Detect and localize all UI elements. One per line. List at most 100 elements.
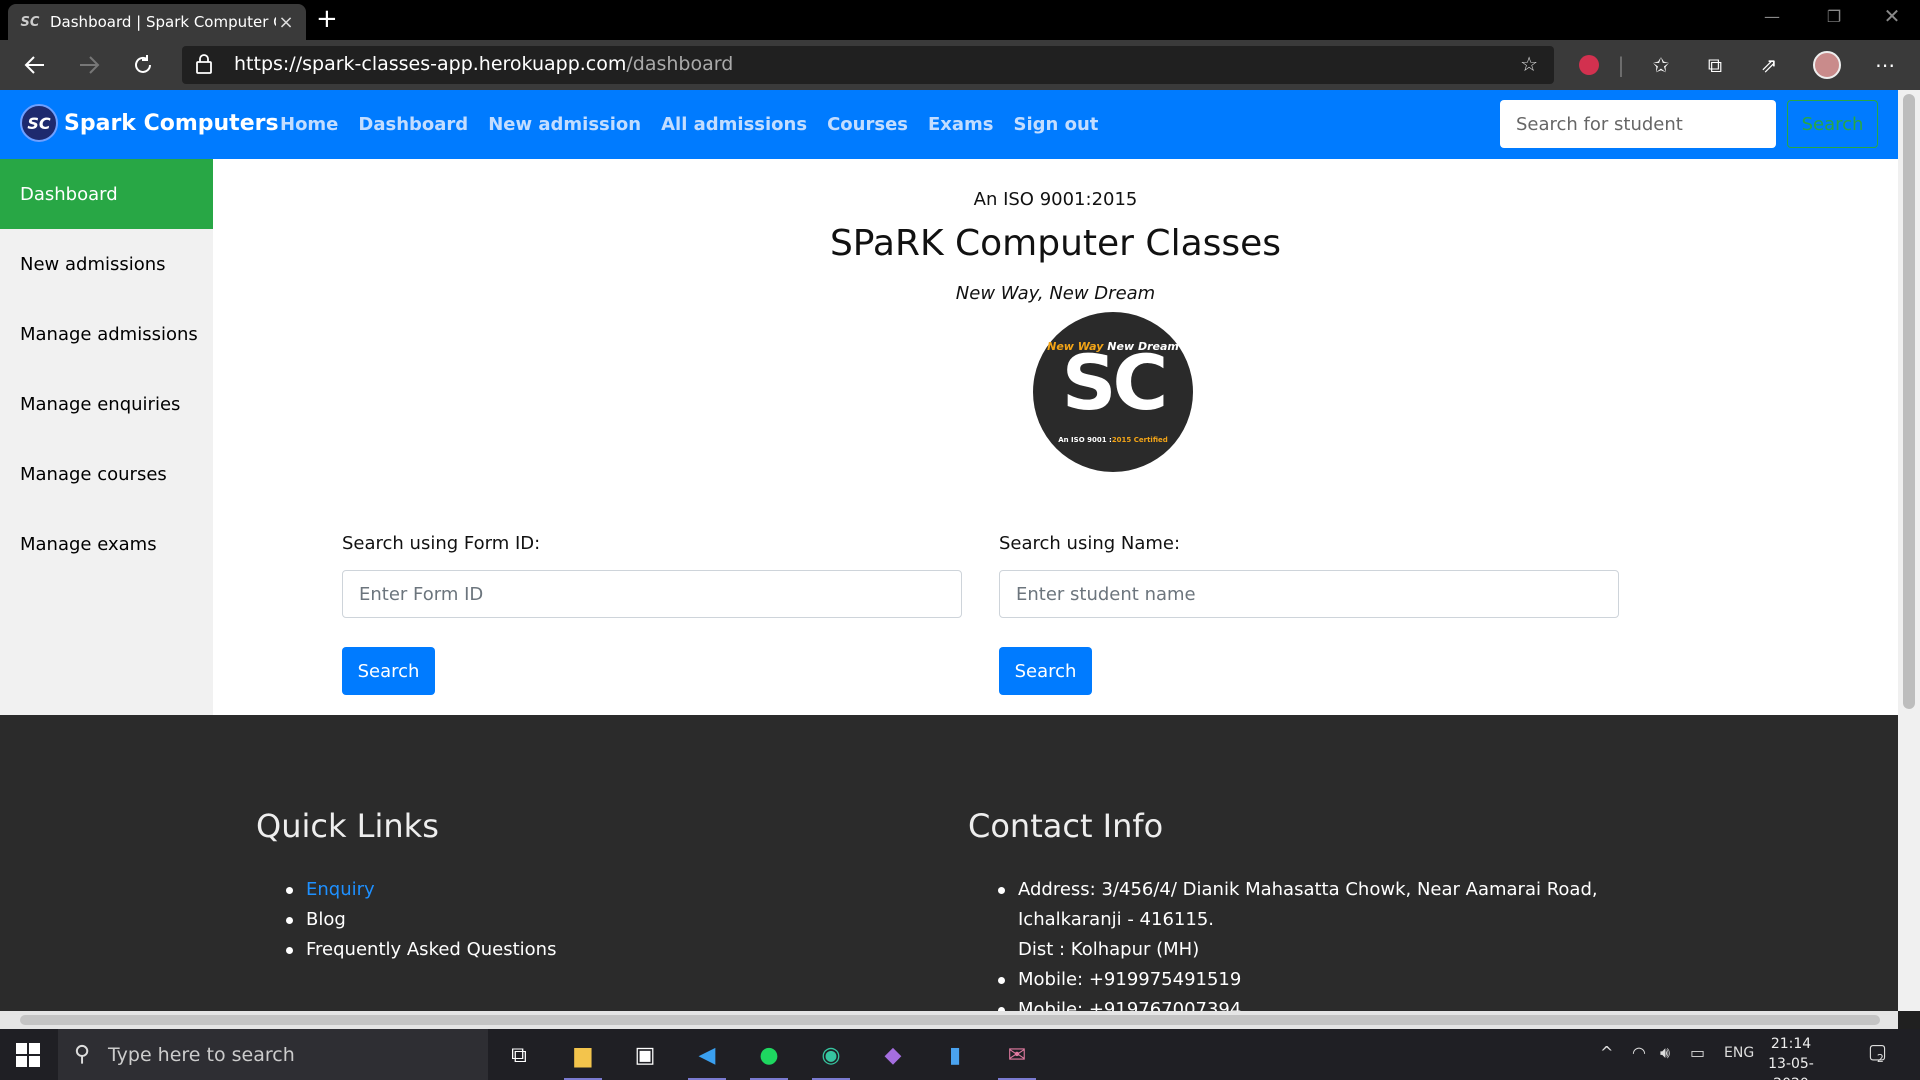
address-bar[interactable]: https://spark-classes-app.herokuapp.com/… xyxy=(182,46,1554,84)
windows-start-icon[interactable] xyxy=(14,1041,42,1069)
sidebar-item-manage-admissions[interactable]: Manage admissions xyxy=(0,299,213,369)
language-indicator[interactable]: ENG xyxy=(1724,1045,1754,1061)
vscode-icon[interactable]: ◀ xyxy=(684,1035,730,1080)
nav-all-admissions[interactable]: All admissions xyxy=(661,114,807,135)
window: SC Dashboard | Spark Computer Cla × + — … xyxy=(0,0,1920,1080)
network-icon[interactable]: ◠ xyxy=(1632,1043,1646,1062)
tray-chevron-icon[interactable]: ^ xyxy=(1600,1043,1613,1062)
nav-courses[interactable]: Courses xyxy=(827,114,908,135)
contact-mobile-2: Mobile: +919767007394 xyxy=(998,995,1598,1011)
extension-icon[interactable] xyxy=(1574,50,1604,80)
back-arrow-icon xyxy=(24,56,44,74)
tab-title: Dashboard | Spark Computer Cla xyxy=(50,13,276,31)
favorite-star-icon[interactable]: ☆ xyxy=(1520,52,1538,76)
taskbar-search[interactable]: ⚲ Type here to search xyxy=(58,1029,488,1080)
refresh-icon xyxy=(135,55,151,73)
favorites-icon[interactable]: ✩ xyxy=(1646,50,1676,80)
nav-dashboard[interactable]: Dashboard xyxy=(358,114,468,135)
sidebar: Dashboard New admissions Manage admissio… xyxy=(0,159,213,715)
back-button[interactable] xyxy=(18,50,52,80)
nav-home[interactable]: Home xyxy=(280,114,338,135)
sidebar-item-dashboard[interactable]: Dashboard xyxy=(0,159,213,229)
forward-button[interactable] xyxy=(72,50,106,80)
nav-exams[interactable]: Exams xyxy=(928,114,994,135)
store-icon[interactable]: ▣ xyxy=(622,1035,668,1075)
brand[interactable]: SC Spark Computers xyxy=(20,104,279,142)
name-label: Search using Name: xyxy=(999,533,1181,554)
horizontal-scroll-thumb[interactable] xyxy=(20,1015,1880,1025)
lock-icon xyxy=(196,54,212,74)
main-content: An ISO 9001:2015 SPaRK Computer Classes … xyxy=(213,159,1898,715)
taskbar-search-placeholder: Type here to search xyxy=(108,1043,295,1066)
url-host: https://spark-classes-app.herokuapp.com xyxy=(234,53,627,75)
sidebar-item-manage-exams[interactable]: Manage exams xyxy=(0,509,213,579)
contact-mobile-1: Mobile: +919975491519 xyxy=(998,965,1598,995)
task-view-icon[interactable]: ⧉ xyxy=(496,1035,542,1075)
browser-toolbar: https://spark-classes-app.herokuapp.com/… xyxy=(0,40,1920,90)
form-id-label: Search using Form ID: xyxy=(342,533,541,554)
share-icon[interactable]: ⇗ xyxy=(1754,50,1784,80)
taskbar: ⚲ Type here to search ⧉ ▆ ▣ ◀ ● ◉ ◆ ▮ ✉ … xyxy=(0,1029,1920,1080)
edge-dev-icon[interactable]: ◉ xyxy=(808,1035,854,1080)
search-icon: ⚲ xyxy=(74,1042,91,1067)
nav-new-admission[interactable]: New admission xyxy=(488,114,641,135)
vertical-scroll-thumb[interactable] xyxy=(1903,94,1915,709)
logo-bottom-text: An ISO 9001 :2015 Certified xyxy=(1033,436,1193,444)
battery-icon[interactable]: ▭ xyxy=(1690,1043,1705,1062)
restore-button[interactable]: ❐ xyxy=(1806,0,1862,32)
clock-date: 13-05-2020 xyxy=(1768,1056,1814,1080)
tab-strip: SC Dashboard | Spark Computer Cla × + — … xyxy=(0,0,1920,40)
clock-time: 21:14 xyxy=(1770,1036,1812,1052)
refresh-button[interactable] xyxy=(126,50,160,80)
sidebar-item-new-admissions[interactable]: New admissions xyxy=(0,229,213,299)
url-text: https://spark-classes-app.herokuapp.com/… xyxy=(234,53,733,75)
nav-links: Home Dashboard New admission All admissi… xyxy=(280,114,1098,135)
site-navbar: SC Spark Computers Home Dashboard New ad… xyxy=(0,90,1898,159)
favicon-icon: SC xyxy=(20,14,40,30)
clock[interactable]: 21:14 13-05-2020 xyxy=(1752,1034,1830,1080)
student-name-input[interactable]: Enter student name xyxy=(999,570,1619,618)
notification-count: 2 xyxy=(1876,1052,1884,1065)
address-line-2: Ichalkaranji - 416115. xyxy=(1018,909,1214,930)
brand-name: Spark Computers xyxy=(64,110,279,136)
browser-tab[interactable]: SC Dashboard | Spark Computer Cla × xyxy=(8,4,306,40)
name-search-button[interactable]: Search xyxy=(999,647,1092,695)
contact-info-list: Address: 3/456/4/ Dianik Mahasatta Chowk… xyxy=(998,875,1598,1011)
student-search-input[interactable]: Search for student xyxy=(1500,100,1776,148)
sc-logo: New Way New Dream SC An ISO 9001 :2015 C… xyxy=(1033,312,1193,472)
minimize-button[interactable]: — xyxy=(1744,0,1800,32)
phone-app-icon[interactable]: ▮ xyxy=(932,1035,978,1075)
brand-logo-icon: SC xyxy=(20,104,58,142)
file-explorer-icon[interactable]: ▆ xyxy=(560,1035,606,1080)
volume-icon[interactable]: 🔊︎ xyxy=(1660,1043,1670,1063)
profile-avatar[interactable] xyxy=(1812,50,1842,80)
tagline: New Way, New Dream xyxy=(955,283,1156,304)
quick-link-faq[interactable]: Frequently Asked Questions xyxy=(285,935,556,965)
logo-letters: SC xyxy=(1061,338,1169,427)
nav-sign-out[interactable]: Sign out xyxy=(1014,114,1099,135)
url-path: /dashboard xyxy=(626,53,734,75)
quick-link-enquiry[interactable]: Enquiry xyxy=(285,875,556,905)
address-line-3: Dist : Kolhapur (MH) xyxy=(1018,939,1200,960)
form-id-search-button[interactable]: Search xyxy=(342,647,435,695)
mail-app-icon[interactable]: ✉ xyxy=(994,1035,1040,1080)
visual-studio-icon[interactable]: ◆ xyxy=(870,1035,916,1075)
close-tab-icon[interactable]: × xyxy=(276,12,296,33)
sidebar-item-manage-enquiries[interactable]: Manage enquiries xyxy=(0,369,213,439)
horizontal-scrollbar[interactable] xyxy=(0,1011,1898,1029)
sidebar-item-manage-courses[interactable]: Manage courses xyxy=(0,439,213,509)
settings-more-icon[interactable]: ⋯ xyxy=(1870,50,1900,80)
new-tab-button[interactable]: + xyxy=(316,6,338,32)
form-id-input[interactable]: Enter Form ID xyxy=(342,570,962,618)
student-search-button[interactable]: Search xyxy=(1787,100,1878,148)
footer: Quick Links Enquiry Blog Frequently Aske… xyxy=(0,715,1898,1011)
spotify-icon[interactable]: ● xyxy=(746,1035,792,1080)
vertical-scrollbar[interactable] xyxy=(1898,90,1920,1011)
collections-icon[interactable]: ⧉ xyxy=(1700,50,1730,80)
notification-center-icon[interactable]: ▢2 xyxy=(1868,1039,1894,1065)
contact-info-title: Contact Info xyxy=(968,807,1164,845)
logo-bottom-b: 2015 Certified xyxy=(1111,436,1168,444)
quick-link-blog[interactable]: Blog xyxy=(285,905,556,935)
close-window-button[interactable]: ✕ xyxy=(1864,0,1920,32)
iso-text: An ISO 9001:2015 xyxy=(973,189,1138,210)
